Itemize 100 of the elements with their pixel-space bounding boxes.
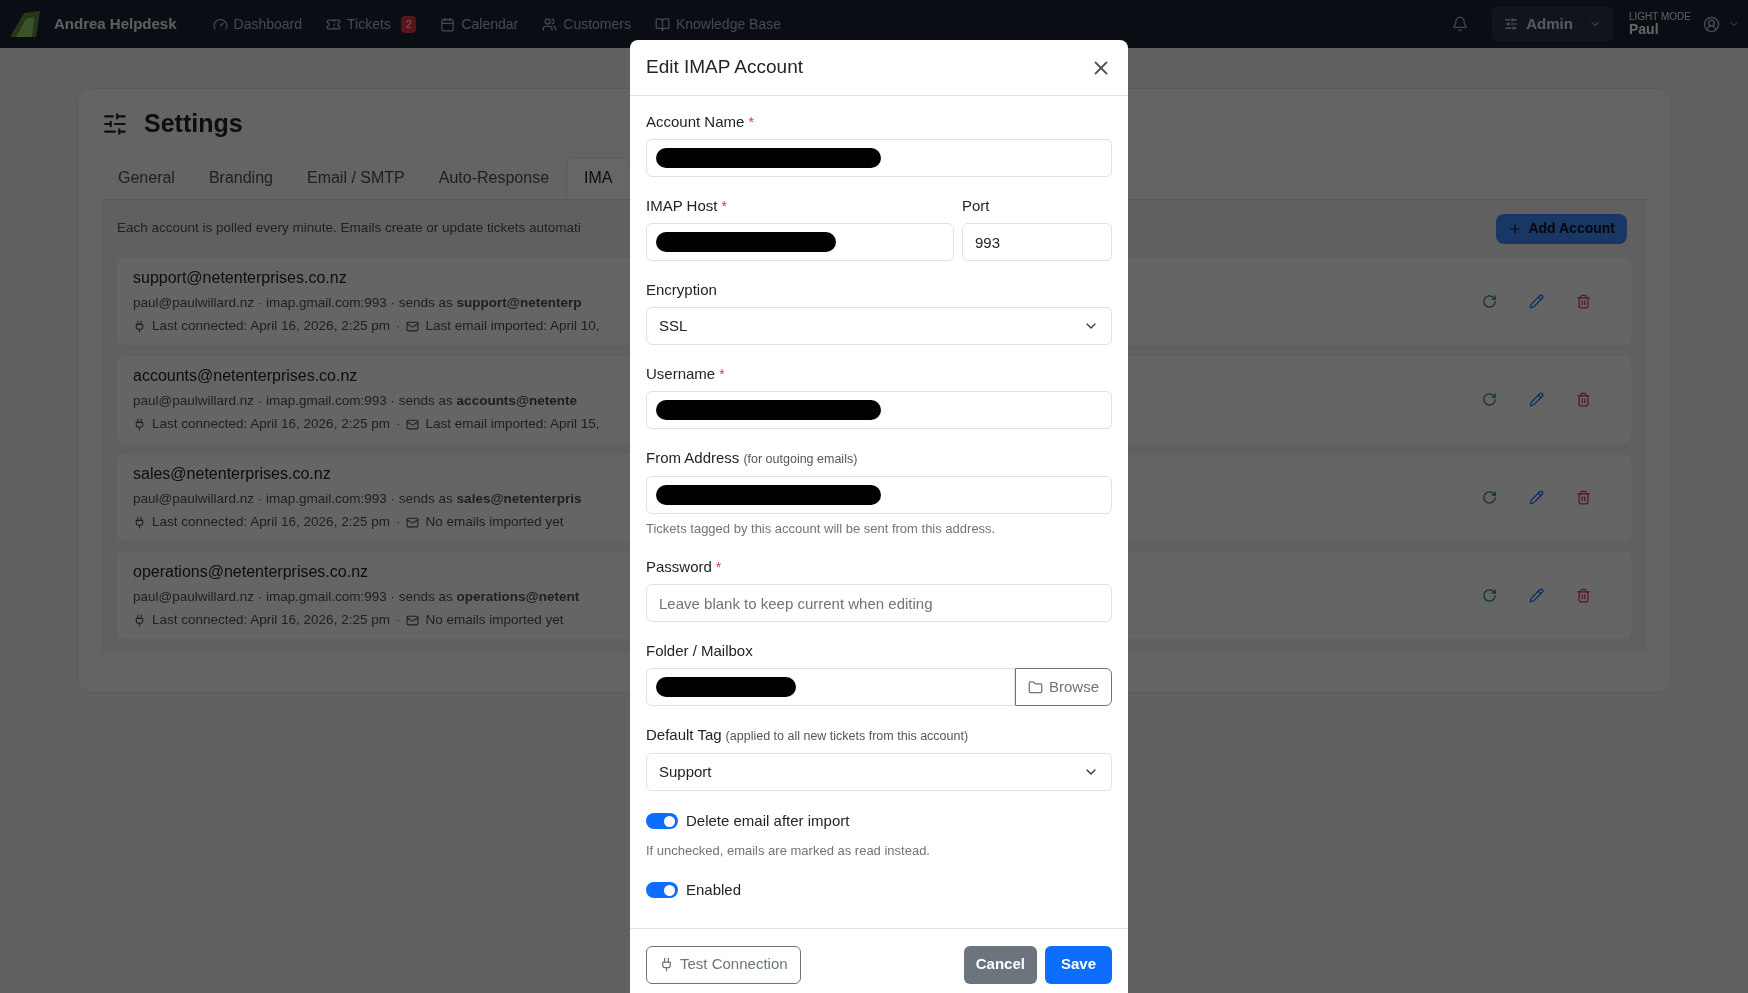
trash-icon [1576,293,1591,309]
logo-icon [8,9,42,39]
field-label: Account Name [646,112,745,132]
field-label: Encryption [646,280,717,300]
required-mark: * [748,114,754,130]
settings-tab[interactable]: Branding [191,156,290,199]
delete-button[interactable] [1576,391,1591,407]
user-avatar-icon[interactable] [1703,15,1720,33]
field-label: Default Tag [646,725,722,746]
settings-tab[interactable]: IMA [566,156,631,199]
settings-icon [102,110,128,137]
toggle-label: Enabled [686,880,742,900]
field-note: (for outgoing emails) [743,451,858,468]
select-field[interactable]: SSL [646,307,1112,345]
browse-button[interactable]: Browse [1014,668,1112,707]
sliders-icon [1504,17,1519,31]
edit-button[interactable] [1529,391,1544,407]
account-details: paul@paulwillard.nz · imap.gmail.com:993 · sends as sales@netenterpris [133,489,582,508]
mail-icon [406,417,420,431]
last-connected: Last connected: April 16, 2026, 2:25 pm [152,513,390,531]
bell-icon[interactable] [1452,16,1469,32]
account-email: sales@netenterprises.co.nz [133,463,331,484]
save-button[interactable]: Save [1044,945,1112,984]
plug-icon [133,417,146,431]
test-connection-button[interactable]: Test Connection [646,945,801,984]
role-dropdown[interactable]: Admin [1492,6,1613,42]
last-connected: Last connected: April 16, 2026, 2:25 pm [152,611,390,629]
edit-button[interactable] [1529,587,1544,603]
account-email: operations@netenterprises.co.nz [133,561,369,582]
edit-button[interactable] [1529,293,1544,309]
refresh-button[interactable] [1482,587,1497,603]
last-connected: Last connected: April 16, 2026, 2:25 pm [152,415,390,433]
user-name: Paul [1628,22,1660,36]
mail-icon [406,319,420,333]
field-label: Username [646,364,716,384]
account-details: paul@paulwillard.nz · imap.gmail.com:993 · sends as support@netenterp [133,293,582,312]
last-import: No emails imported yet [425,611,564,629]
required-mark: * [719,366,725,382]
refresh-icon [1482,391,1497,407]
settings-tab[interactable]: Auto-Response [421,156,567,199]
plug-icon [133,319,146,333]
separator-dot: · [395,611,401,629]
ticket-icon [326,16,342,32]
mail-icon [406,613,420,627]
mail-icon [406,515,420,529]
required-mark: * [715,559,722,576]
toggle-switch[interactable] [646,813,678,830]
last-import: Last email imported: April 15, [425,415,600,433]
input-field[interactable]: Leave blank to keep current when editing [646,584,1112,623]
delete-button[interactable] [1576,293,1591,309]
field-label: Port [962,196,990,216]
add-account-button[interactable]: Add Account [1496,213,1627,244]
help-text: If unchecked, emails are marked as read instead. [646,841,931,860]
trash-icon [1576,587,1591,603]
toggle-switch[interactable] [646,882,678,899]
pencil-icon [1529,587,1544,603]
refresh-button[interactable] [1482,489,1497,505]
last-import: Last email imported: April 10, [425,317,600,335]
settings-tab[interactable]: General [101,156,192,199]
cancel-button[interactable]: Cancel [963,945,1037,984]
refresh-button[interactable] [1482,391,1497,407]
pencil-icon [1529,293,1544,309]
folder-icon [1027,679,1043,695]
select-field[interactable]: Support [646,753,1112,791]
toggle-label: Delete email after import [686,811,850,831]
brand-name: Andrea Helpdesk [54,13,177,34]
separator-dot: · [395,513,401,531]
edit-button[interactable] [1529,489,1544,505]
input-field[interactable]: 993 [962,223,1112,261]
plus-icon [1508,221,1523,236]
field-note: (applied to all new tickets from this account) [725,728,969,746]
dialog-title: Edit IMAP Account [646,55,803,80]
plug-icon [659,957,674,972]
delete-button[interactable] [1576,587,1591,603]
account-email: support@netenterprises.co.nz [133,267,347,288]
pencil-icon [1529,391,1544,407]
settings-tab[interactable]: Email / SMTP [289,156,422,199]
calendar-icon [440,16,456,32]
gauge-icon [212,16,228,32]
intro-text: Each account is polled every minute. Emails create or update tickets automati [117,219,581,238]
last-import: No emails imported yet [425,513,564,531]
help-text: Tickets tagged by this account will be sent from this address. [646,519,997,538]
book-icon [654,16,670,32]
field-label: IMAP Host [646,196,718,216]
refresh-button[interactable] [1482,293,1497,309]
users-icon [542,16,558,32]
pencil-icon [1529,489,1544,505]
separator-dot: · [395,415,401,433]
plug-icon [133,515,146,529]
field-label: Password [646,557,712,578]
trash-icon [1576,489,1591,505]
refresh-icon [1482,587,1497,603]
account-email: accounts@netenterprises.co.nz [133,365,358,386]
trash-icon [1576,391,1591,407]
account-details: paul@paulwillard.nz · imap.gmail.com:993 · sends as operations@netent [133,587,580,606]
delete-button[interactable] [1576,489,1591,505]
plug-icon [133,613,146,627]
count-badge: 2 [400,15,417,33]
page-title: Settings [144,108,243,139]
refresh-icon [1482,489,1497,505]
